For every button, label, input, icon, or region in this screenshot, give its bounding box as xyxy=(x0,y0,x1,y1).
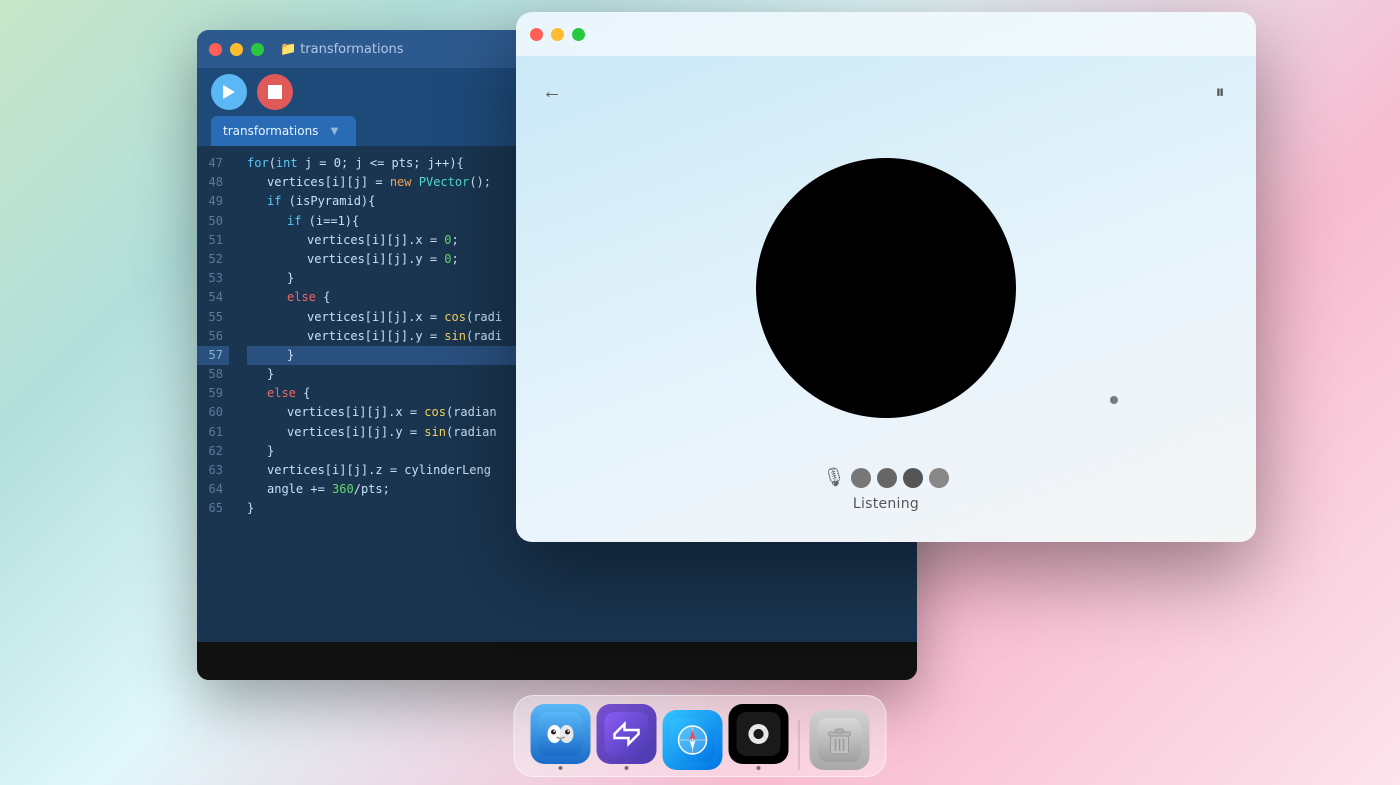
tab-label: transformations xyxy=(223,124,318,138)
translator-icon xyxy=(597,704,657,764)
microphone-icon: 🎙 xyxy=(823,467,846,488)
stop-button[interactable] xyxy=(257,74,293,110)
audio-dot-2 xyxy=(877,468,897,488)
voice-minimize-button[interactable] xyxy=(551,28,564,41)
pause-icon: ⏸ xyxy=(1216,82,1225,103)
chatgpt-dot xyxy=(757,766,761,770)
audio-dot-4 xyxy=(929,468,949,488)
code-output-area xyxy=(197,642,917,680)
voice-body: ← ⏸ 🎙 Listening xyxy=(516,56,1256,542)
dock-separator xyxy=(799,720,800,770)
mic-dots-row: 🎙 xyxy=(823,467,950,488)
folder-icon: 📁 xyxy=(280,42,296,57)
dock-item-translator[interactable] xyxy=(597,704,657,770)
audio-dot-3 xyxy=(903,468,923,488)
voice-close-button[interactable] xyxy=(530,28,543,41)
dock-item-finder[interactable] xyxy=(531,704,591,770)
finder-icon xyxy=(531,704,591,764)
audio-dot-1 xyxy=(851,468,871,488)
tab-dropdown-icon[interactable]: ▼ xyxy=(324,126,344,137)
back-icon: ← xyxy=(542,81,562,104)
dock xyxy=(514,695,887,777)
play-button[interactable] xyxy=(211,74,247,110)
code-close-button[interactable] xyxy=(209,43,222,56)
voice-maximize-button[interactable] xyxy=(572,28,585,41)
safari-icon xyxy=(663,710,723,770)
back-button[interactable]: ← xyxy=(536,76,568,108)
listening-label: Listening xyxy=(853,496,919,512)
code-minimize-button[interactable] xyxy=(230,43,243,56)
chatgpt-icon xyxy=(729,704,789,764)
pause-button[interactable]: ⏸ xyxy=(1204,76,1236,108)
trash-icon xyxy=(810,710,870,770)
line-numbers: 47 48 49 50 51 52 53 54 55 56 57 58 59 6… xyxy=(197,146,237,642)
finder-dot xyxy=(559,766,563,770)
dock-item-safari[interactable] xyxy=(663,710,723,770)
translator-dot xyxy=(625,766,629,770)
voice-circle xyxy=(756,158,1016,418)
listening-section: 🎙 Listening xyxy=(823,467,950,522)
voice-assistant-window: ← ⏸ 🎙 Listening xyxy=(516,12,1256,542)
dock-item-trash[interactable] xyxy=(810,710,870,770)
code-window-title: transformations xyxy=(300,42,403,57)
tab-transformations[interactable]: transformations ▼ xyxy=(211,116,356,146)
dock-item-chatgpt[interactable] xyxy=(729,704,789,770)
code-maximize-button[interactable] xyxy=(251,43,264,56)
voice-titlebar xyxy=(516,12,1256,56)
voice-nav: ← ⏸ xyxy=(536,76,1236,108)
